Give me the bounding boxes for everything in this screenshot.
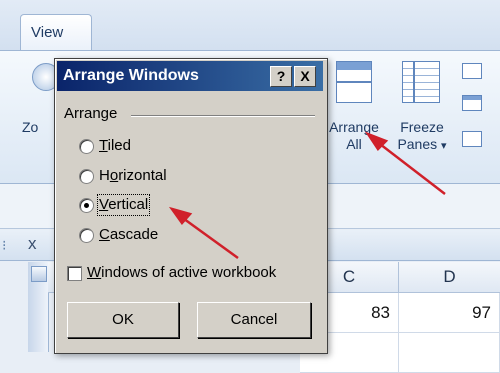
radio-horizontal[interactable]: Horizontal [79,167,219,187]
radio-vertical-circle[interactable] [79,198,94,213]
freeze-panes-label-line1: Freeze [400,119,444,135]
radio-vertical[interactable]: Vertical [79,194,219,216]
radio-horizontal-circle[interactable] [79,169,94,184]
scroll-up-icon[interactable] [31,266,47,282]
cell-d-value[interactable]: 97 [399,293,500,333]
radio-tiled[interactable]: Tiled [79,137,199,157]
window-menu-icon: ⁝ [2,237,7,253]
help-button[interactable]: ? [270,66,292,87]
split-icon[interactable] [462,63,482,79]
zoom-button-label[interactable]: Zo [22,119,38,136]
scroll-bar[interactable] [28,262,49,352]
dialog-title: Arrange Windows [63,67,199,84]
ok-button[interactable]: OK [67,302,179,338]
column-header-d[interactable]: D [399,262,500,293]
radio-cascade-label[interactable]: Cascade [99,226,158,244]
arrange-all-label-line1: Arrange [329,119,379,135]
arrange-group-label: Arrange [64,105,118,122]
radio-selected-dot [84,203,89,208]
radio-cascade-circle[interactable] [79,228,94,243]
close-button[interactable]: X [294,66,316,87]
active-workbook-checkbox[interactable]: Windows of active workbook [67,264,317,284]
arrange-all-button[interactable]: Arrange All [322,119,386,153]
unhide-icon[interactable] [462,131,482,147]
radio-tiled-circle[interactable] [79,139,94,154]
freeze-panes-icon[interactable] [402,61,440,103]
cell-empty[interactable] [399,333,500,373]
freeze-panes-label-line2: Panes ▾ [397,136,447,152]
radio-tiled-label[interactable]: Tiled [99,137,131,155]
arrange-all-label-line2: All [346,136,362,152]
active-workbook-checkbox-label[interactable]: Windows of active workbook [87,264,276,282]
cancel-button[interactable]: Cancel [197,302,311,338]
radio-horizontal-label[interactable]: Horizontal [99,167,167,185]
active-workbook-checkbox-box[interactable] [67,266,82,281]
arrange-group-divider [131,115,315,117]
dialog-title-bar[interactable]: Arrange Windows ? X [57,61,323,91]
arrange-all-icon[interactable] [336,61,372,103]
close-window-icon[interactable]: x [28,234,37,254]
freeze-panes-button[interactable]: Freeze Panes ▾ [392,119,452,155]
hide-icon[interactable] [462,95,482,111]
radio-vertical-label[interactable]: Vertical [96,194,151,216]
tab-view[interactable]: View [20,14,92,51]
arrange-windows-dialog: Arrange Windows ? X Arrange Tiled Horizo… [54,58,328,354]
radio-cascade[interactable]: Cascade [79,226,219,246]
